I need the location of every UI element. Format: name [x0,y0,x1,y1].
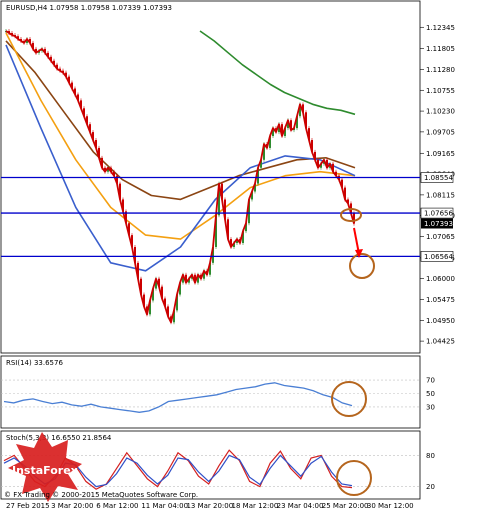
y-tick-label: 1.11805 [426,45,455,53]
y-tick-label: 1.07065 [426,233,455,241]
y-tick-label: 1.12345 [426,24,455,32]
x-tick-label: 6 Mar 12:00 [96,502,138,510]
y-tick-label: 1.09705 [426,128,455,136]
last-price-label: 1.07393 [424,220,453,228]
rsi-tick-label: 50 [426,390,435,398]
y-tick-label: 1.08115 [426,191,455,199]
y-tick-label: 1.05475 [426,296,455,304]
y-tick-label: 1.10230 [426,108,455,116]
footer-copyright: © FX Trading © 2000-2015 MetaQuotes Soft… [4,491,198,499]
y-tick-label: 1.04950 [426,317,455,325]
x-tick-label: 18 Mar 12:00 [232,502,279,510]
x-tick-label: 25 Mar 20:00 [322,502,369,510]
stoch-title: Stoch(5,3,3) 16.6550 21.8564 [6,434,112,442]
x-tick-label: 11 Mar 04:00 [141,502,188,510]
logo-text: InstaForex [12,464,78,477]
y-tick-label: 1.04425 [426,338,455,346]
rsi-panel-frame [0,355,421,429]
y-tick-label: 1.06000 [426,275,455,283]
x-tick-label: 13 Mar 20:00 [186,502,233,510]
x-tick-label: 3 Mar 20:00 [51,502,93,510]
x-tick-label: 23 Mar 04:00 [277,502,324,510]
y-tick-label: 1.09165 [426,150,455,158]
rsi-title: RSI(14) 33.6576 [6,359,63,367]
main-title: EURUSD,H4 1.07958 1.07958 1.07339 1.0739… [6,4,172,12]
stoch-tick-label: 20 [426,483,435,491]
x-tick-label: 30 Mar 12:00 [367,502,414,510]
level-price-label: 1.08554 [424,174,453,182]
y-tick-label: 1.10755 [426,87,455,95]
level-price-label: 1.07656 [424,210,453,218]
y-tick-label: 1.11280 [426,66,455,74]
x-tick-label: 27 Feb 2015 [6,502,50,510]
forex-chart: 1.12345 1.11805 1.11280 1.10755 1.10230 1.097… [0,0,455,510]
rsi-tick-label: 70 [426,377,435,385]
level-price-label: 1.06564 [424,253,453,261]
stoch-tick-label: 80 [426,452,435,460]
rsi-tick-label: 30 [426,403,435,411]
